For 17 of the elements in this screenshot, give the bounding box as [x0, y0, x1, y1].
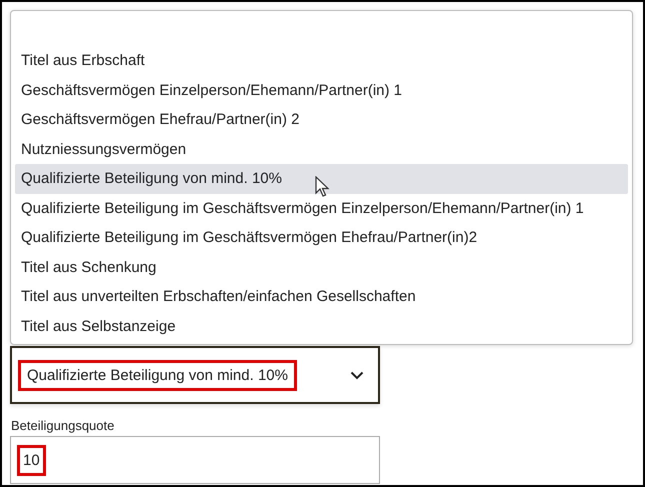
- dropdown-option[interactable]: Titel aus Erbschaft: [15, 46, 628, 76]
- dropdown-option[interactable]: Qualifizierte Beteiligung im Geschäftsvermögen Einzelperson/Ehemann/Partner(in) 1: [15, 194, 628, 223]
- chevron-down-icon: [350, 370, 364, 380]
- select-dropdown[interactable]: Qualifizierte Beteiligung von mind. 10%: [10, 346, 380, 404]
- selected-value: Qualifizierte Beteiligung von mind. 10%: [18, 360, 297, 390]
- field-label: Beteiligungsquote: [11, 418, 116, 433]
- dropdown-option[interactable]: Nutzniessungsvermögen: [15, 134, 628, 164]
- input-field[interactable]: 10: [10, 436, 380, 484]
- dropdown-option[interactable]: Qualifizierte Beteiligung im Geschäftsvermögen Ehefrau/Partner(in)2: [15, 223, 628, 252]
- dropdown-option[interactable]: Titel aus Selbstanzeige: [15, 312, 628, 341]
- input-value: 10: [17, 444, 46, 476]
- dropdown-option[interactable]: Qualifizierte Beteiligung von mind. 10%: [15, 164, 628, 194]
- dropdown-option[interactable]: Geschäftsvermögen Einzelperson/Ehemann/Partner(in) 1: [15, 76, 628, 105]
- dropdown-option[interactable]: Titel aus Schenkung: [15, 252, 628, 282]
- dropdown-option[interactable]: Titel aus unverteilten Erbschaften/einfachen Gesellschaften: [15, 282, 628, 312]
- dropdown-option[interactable]: Geschäftsvermögen Ehefrau/Partner(in) 2: [15, 105, 628, 134]
- mouse-pointer-icon: [315, 176, 331, 198]
